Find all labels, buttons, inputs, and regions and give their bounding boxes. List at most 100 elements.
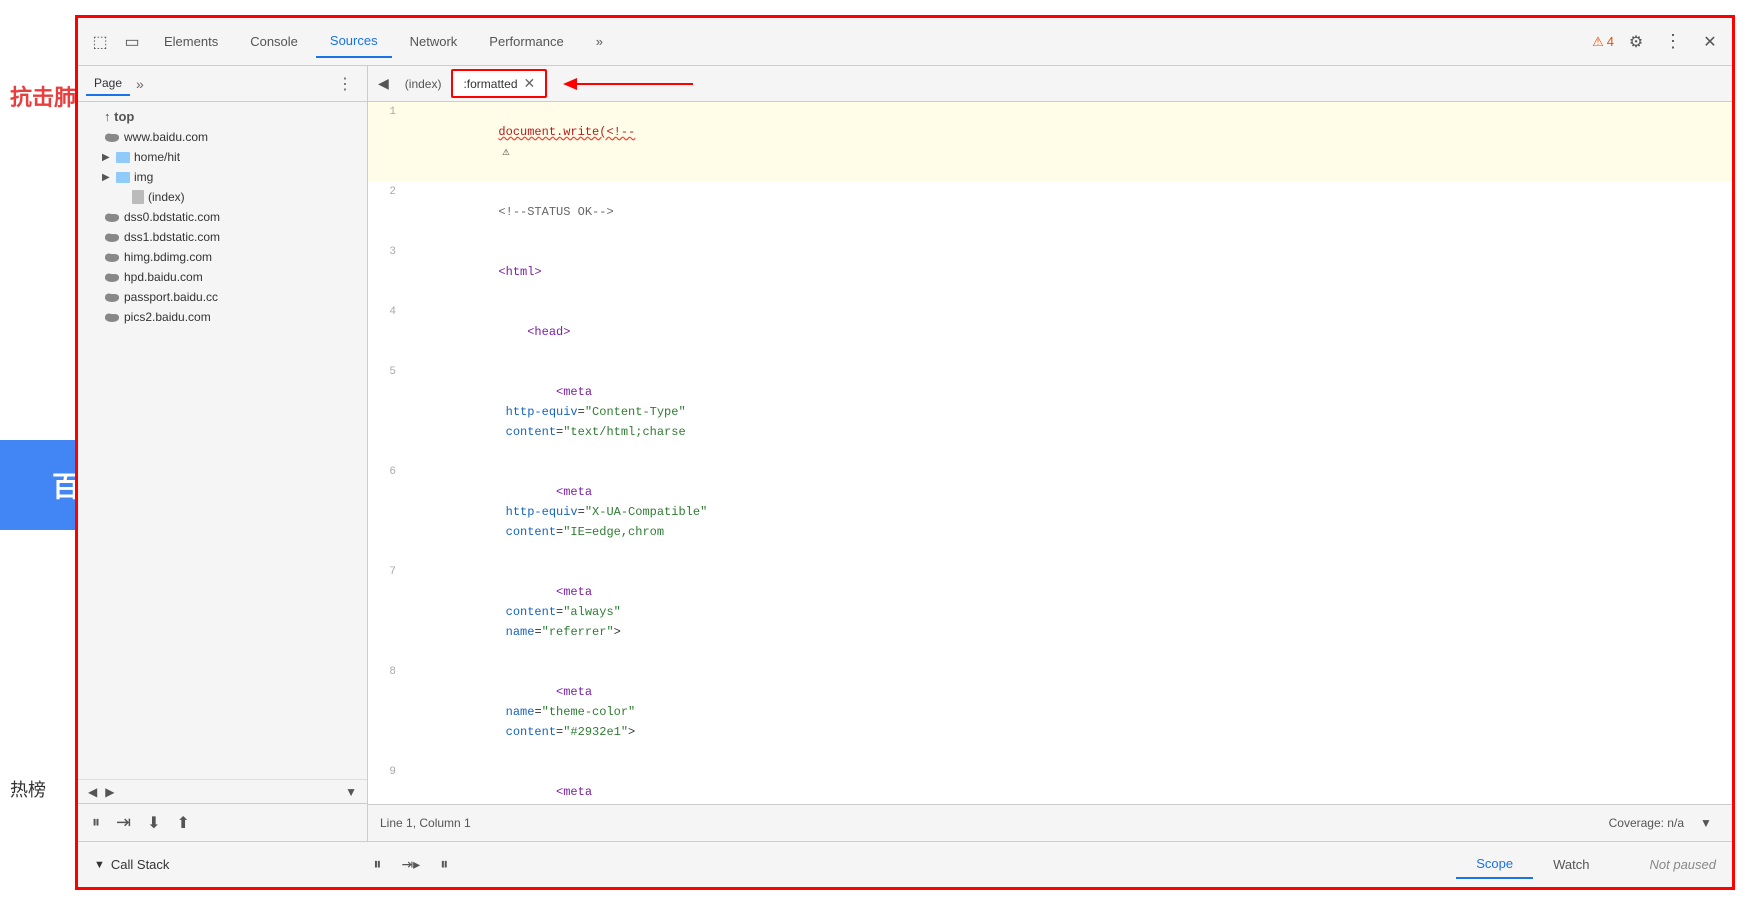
resume-button[interactable]: ⏸ [369,854,385,876]
watch-tab[interactable]: Watch [1533,850,1609,879]
editor-area: ◀ (index) :formatted ✕ [368,66,1732,841]
code-tag: <meta [556,485,592,499]
code-line: 5 <meta http-equiv="Content-Type" conten… [368,362,1732,462]
line-number: 3 [368,242,404,262]
tab-close-button[interactable]: ✕ [524,75,536,92]
tree-item-label: hpd.baidu.com [124,270,203,284]
list-item[interactable]: ▶ img [78,167,367,187]
code-comment: <!--STATUS OK--> [498,205,613,219]
cursor-tool-button[interactable]: ⬚ [86,28,114,56]
sidebar-scroll-left[interactable]: ◀ [84,783,101,801]
sidebar-menu-button[interactable]: ⋮ [331,72,359,96]
sidebar-tree: ↑ top www.baidu.com ▶ home/hit [78,102,367,779]
tab-console[interactable]: Console [236,26,312,57]
code-line: 1 document.write(<!-- ⚠ [368,102,1732,182]
line-number: 8 [368,662,404,682]
list-item[interactable]: pics2.baidu.com [78,307,367,327]
line-content: <!--STATUS OK--> [404,182,1732,242]
code-line: 9 <meta name="description" content="全球最大… [368,762,1732,804]
code-line: 2 <!--STATUS OK--> [368,182,1732,242]
line-content: <meta name="description" content="全球最大的中… [404,762,1732,804]
tab-index[interactable]: (index) [395,73,452,95]
editor-back-button[interactable]: ◀ [372,71,395,96]
step-out-button[interactable]: ⬆ [173,811,194,835]
sidebar-tab-page[interactable]: Page [86,72,130,96]
scope-tab[interactable]: Scope [1456,850,1533,879]
cloud-icon [104,291,120,303]
code-editor[interactable]: 1 document.write(<!-- ⚠ 2 <!--STATUS OK-… [368,102,1732,804]
list-item[interactable]: ▶ home/hit [78,147,367,167]
sidebar-debug-buttons: ⏸ ⇥ ⬇ ⬆ [78,803,367,841]
formatted-indicator-arrow [563,76,693,92]
callstack-label-text: Call Stack [111,857,170,872]
line-content: <head> [404,302,1732,362]
list-item[interactable]: passport.baidu.cc [78,287,367,307]
tree-arrow: ▶ [102,172,116,183]
folder-icon [116,172,130,183]
tree-item-label: www.baidu.com [124,130,208,144]
mobile-tool-button[interactable]: ▭ [118,28,146,56]
list-item[interactable]: (index) [78,187,367,207]
tab-elements[interactable]: Elements [150,26,232,57]
sidebar-nav-arrows: ◀ ▶ ▼ [78,779,367,803]
code-attr: name [498,705,534,719]
tree-arrow: ▶ [102,152,116,163]
code-tag: <head> [527,325,570,339]
step-into-btn[interactable]: ⏸ [436,854,452,876]
tab-formatted[interactable]: :formatted ✕ [451,69,547,98]
pause-button[interactable]: ⏸ [88,812,104,834]
close-devtools-button[interactable]: ✕ [1696,28,1724,56]
line-content: <meta http-equiv="Content-Type" content=… [404,362,1732,462]
settings-button[interactable]: ⚙ [1622,28,1650,56]
list-item[interactable]: ↑ top [78,106,367,127]
step-into-button[interactable]: ⬇ [143,811,164,835]
tree-item-label: pics2.baidu.com [124,310,211,324]
code-value: "theme-color" [542,705,636,719]
cloud-icon [104,131,120,143]
code-tag: <meta [556,385,592,399]
sidebar-more-tabs[interactable]: » [130,74,150,94]
cloud-icon [104,271,120,283]
warning-badge: ⚠ 4 [1592,34,1614,50]
list-item[interactable]: www.baidu.com [78,127,367,147]
more-menu-button[interactable]: ⋮ [1658,27,1688,56]
devtools-main: Page » ⋮ ↑ top ww [78,66,1732,841]
line-number: 5 [368,362,404,382]
code-tag: <meta [556,585,592,599]
tab-sources[interactable]: Sources [316,25,392,58]
not-paused-label: Not paused [1650,857,1717,872]
coverage-area: Coverage: n/a ▼ [1609,809,1720,837]
sidebar-scroll-right[interactable]: ▶ [101,783,118,801]
step-over-btn[interactable]: ⇥▸ [397,854,424,876]
topbar-right: ⚠ 4 ⚙ ⋮ ✕ [1592,27,1724,56]
line-content: <meta name="theme-color" content="#2932e… [404,662,1732,762]
code-attr: content [498,605,556,619]
code-attr: content [498,525,556,539]
list-item[interactable]: hpd.baidu.com [78,267,367,287]
list-item[interactable]: himg.bdimg.com [78,247,367,267]
tree-item-label: home/hit [134,150,180,164]
tab-performance[interactable]: Performance [475,26,577,57]
coverage-drawer-button[interactable]: ▼ [1692,809,1720,837]
cloud-icon [104,251,120,263]
code-tag: <html> [498,265,541,279]
line-number: 9 [368,762,404,782]
tree-item-label: img [134,170,153,184]
step-over-button[interactable]: ⇥ [112,810,135,835]
sidebar-scroll-down[interactable]: ▼ [341,783,361,801]
tree-item-label: dss0.bdstatic.com [124,210,220,224]
code-value: "#2932e1" [563,725,628,739]
code-value: "referrer" [542,625,614,639]
cloud-icon [104,211,120,223]
list-item[interactable]: dss0.bdstatic.com [78,207,367,227]
debugger-controls: ⏸ ⇥▸ ⏸ [369,854,452,876]
tab-more[interactable]: » [582,26,617,57]
code-line: 7 <meta content="always" name="referrer"… [368,562,1732,662]
code-line: 8 <meta name="theme-color" content="#293… [368,662,1732,762]
list-item[interactable]: dss1.bdstatic.com [78,227,367,247]
tab-network[interactable]: Network [396,26,472,57]
code-tag: <meta [556,685,592,699]
editor-tab-bar: ◀ (index) :formatted ✕ [368,66,1732,102]
cursor-position: Line 1, Column 1 [380,816,471,830]
line-number: 2 [368,182,404,202]
